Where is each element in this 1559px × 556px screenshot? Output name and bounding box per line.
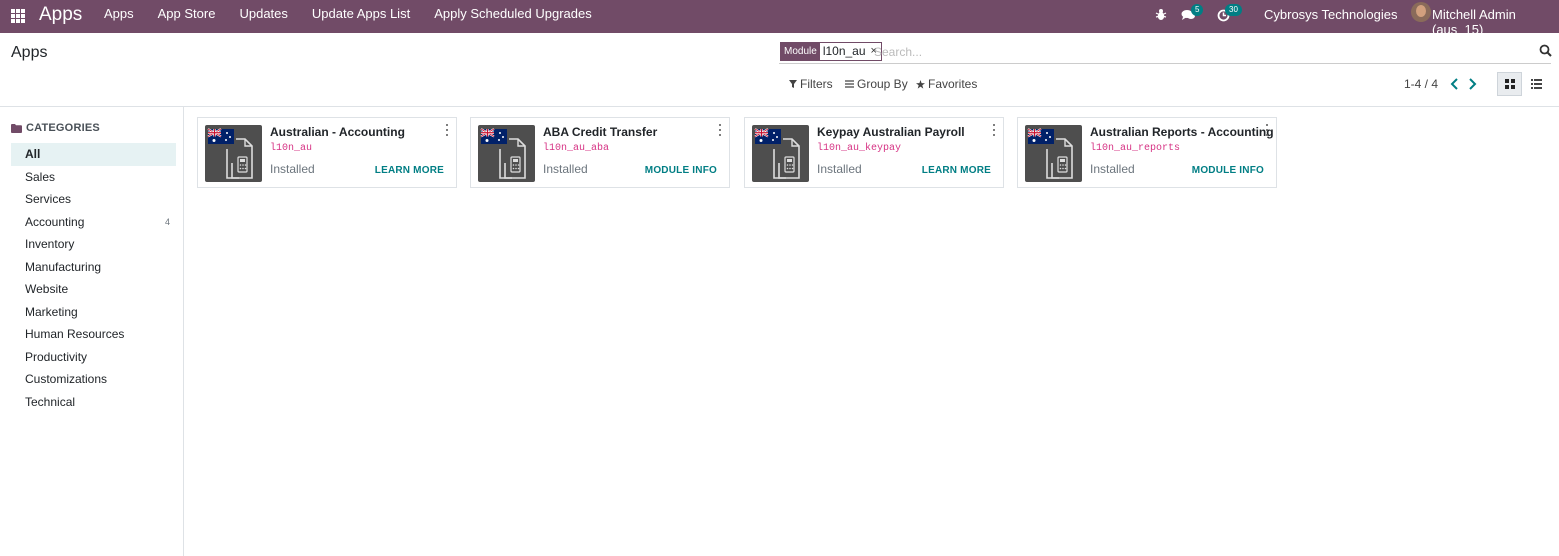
module-name: ABA Credit Transfer [543, 125, 658, 139]
control-panel-divider [0, 106, 1559, 107]
group-by-icon [845, 80, 854, 88]
category-sidebar: CATEGORIES All Sales Services Accounting… [0, 107, 184, 556]
module-status: Installed [270, 162, 315, 176]
search-facet: Module l10n_au × [780, 42, 882, 61]
activities-badge: 30 [1225, 4, 1242, 16]
category-label: Marketing [25, 304, 78, 319]
user-menu[interactable]: Mitchell Admin (aus_15) [1432, 7, 1559, 37]
module-icon [1025, 125, 1082, 182]
card-menu-icon[interactable] [717, 124, 723, 136]
card-menu-icon[interactable] [444, 124, 450, 136]
module-card-l10n-au-aba[interactable]: ABA Credit Transfer l10n_au_aba Installe… [470, 117, 730, 188]
kanban-view-button[interactable] [1497, 72, 1522, 96]
category-label: Accounting [25, 214, 85, 229]
category-count: 4 [164, 216, 170, 227]
menu-item-updates[interactable]: Updates [227, 0, 299, 33]
module-icon [752, 125, 809, 182]
module-technical-name: l10n_au_aba [543, 143, 610, 154]
app-switcher-icon[interactable] [11, 9, 25, 23]
top-navbar: Apps Apps App Store Updates Update Apps … [0, 0, 1559, 37]
pager-value[interactable]: 1-4 / 4 [1404, 77, 1438, 91]
category-item-technical[interactable]: Technical [11, 391, 176, 414]
category-list: All Sales Services Accounting 4 Inventory… [11, 143, 176, 413]
search-input[interactable] [874, 43, 1514, 61]
category-item-services[interactable]: Services [11, 188, 176, 211]
messages-badge: 5 [1191, 4, 1204, 16]
debug-icon[interactable] [1155, 8, 1167, 24]
learn-more-button[interactable]: LEARN MORE [922, 165, 991, 176]
menu-item-apply-scheduled-upgrades[interactable]: Apply Scheduled Upgrades [422, 0, 604, 33]
list-view-button[interactable] [1524, 72, 1549, 96]
filters-button[interactable]: Filters [789, 77, 833, 91]
module-name: Keypay Australian Payroll [817, 125, 965, 139]
facet-value: l10n_au [819, 43, 869, 60]
module-info-button[interactable]: MODULE INFO [1192, 165, 1264, 176]
category-item-productivity[interactable]: Productivity [11, 346, 176, 369]
module-technical-name: l10n_au_keypay [817, 143, 902, 154]
category-item-inventory[interactable]: Inventory [11, 233, 176, 256]
module-name: Australian - Accounting [270, 125, 405, 139]
category-label: All [25, 147, 41, 161]
category-label: Productivity [25, 349, 88, 364]
module-card-l10n-au-keypay[interactable]: Keypay Australian Payroll l10n_au_keypay… [744, 117, 1004, 188]
module-icon [205, 125, 262, 182]
category-label: Sales [25, 169, 56, 184]
category-label: Website [25, 282, 69, 296]
favorites-button[interactable]: Favorites [916, 77, 977, 91]
search-bar: Module l10n_au × [779, 40, 1551, 64]
category-item-manufacturing[interactable]: Manufacturing [11, 256, 176, 279]
module-card-l10n-au-reports[interactable]: Australian Reports - Accounting l10n_au_… [1017, 117, 1277, 188]
category-label: Customizations [25, 372, 108, 386]
category-item-all[interactable]: All [11, 143, 176, 166]
learn-more-button[interactable]: LEARN MORE [375, 165, 444, 176]
app-brand[interactable]: Apps [39, 4, 82, 26]
categories-label: CATEGORIES [26, 122, 100, 134]
pager-next-icon[interactable] [1467, 77, 1479, 91]
pager-previous-icon[interactable] [1450, 77, 1462, 91]
group-by-label: Group By [857, 77, 908, 91]
list-icon [1531, 79, 1542, 89]
facet-label: Module [781, 43, 820, 60]
categories-header: CATEGORIES [11, 122, 100, 134]
menu-item-app-store[interactable]: App Store [146, 0, 228, 33]
module-name: Australian Reports - Accounting [1090, 125, 1274, 139]
page-title: Apps [11, 44, 48, 61]
module-technical-name: l10n_au_reports [1090, 143, 1181, 154]
module-icon [478, 125, 535, 182]
menu-item-apps[interactable]: Apps [92, 0, 146, 33]
company-switcher[interactable]: Cybrosys Technologies [1264, 7, 1397, 22]
category-item-accounting[interactable]: Accounting 4 [11, 211, 176, 234]
category-label: Inventory [25, 237, 75, 251]
category-item-website[interactable]: Website [11, 278, 176, 301]
star-icon [916, 79, 925, 89]
module-technical-name: l10n_au [270, 143, 313, 154]
category-item-customizations[interactable]: Customizations [11, 368, 176, 391]
filter-icon [789, 80, 797, 88]
card-menu-icon[interactable] [991, 124, 997, 136]
group-by-button[interactable]: Group By [845, 77, 908, 91]
category-item-sales[interactable]: Sales [11, 166, 176, 189]
module-status: Installed [1090, 162, 1135, 176]
user-avatar[interactable] [1411, 2, 1431, 22]
module-status: Installed [543, 162, 588, 176]
kanban-icon [1504, 79, 1515, 89]
category-item-marketing[interactable]: Marketing [11, 301, 176, 324]
main-menu: Apps App Store Updates Update Apps List … [92, 0, 604, 33]
search-icon[interactable] [1539, 44, 1553, 58]
category-label: Human Resources [25, 327, 125, 341]
category-label: Services [25, 192, 72, 206]
favorites-label: Favorites [928, 77, 978, 91]
module-card-l10n-au[interactable]: Australian - Accounting l10n_au Installe… [197, 117, 457, 188]
category-label: Technical [25, 394, 76, 409]
filters-label: Filters [800, 77, 833, 91]
module-status: Installed [817, 162, 862, 176]
card-menu-icon[interactable] [1264, 124, 1270, 136]
folder-icon [11, 123, 22, 133]
category-item-human-resources[interactable]: Human Resources [11, 323, 176, 346]
category-label: Manufacturing [25, 259, 102, 274]
module-info-button[interactable]: MODULE INFO [645, 165, 717, 176]
menu-item-update-apps-list[interactable]: Update Apps List [300, 0, 422, 33]
